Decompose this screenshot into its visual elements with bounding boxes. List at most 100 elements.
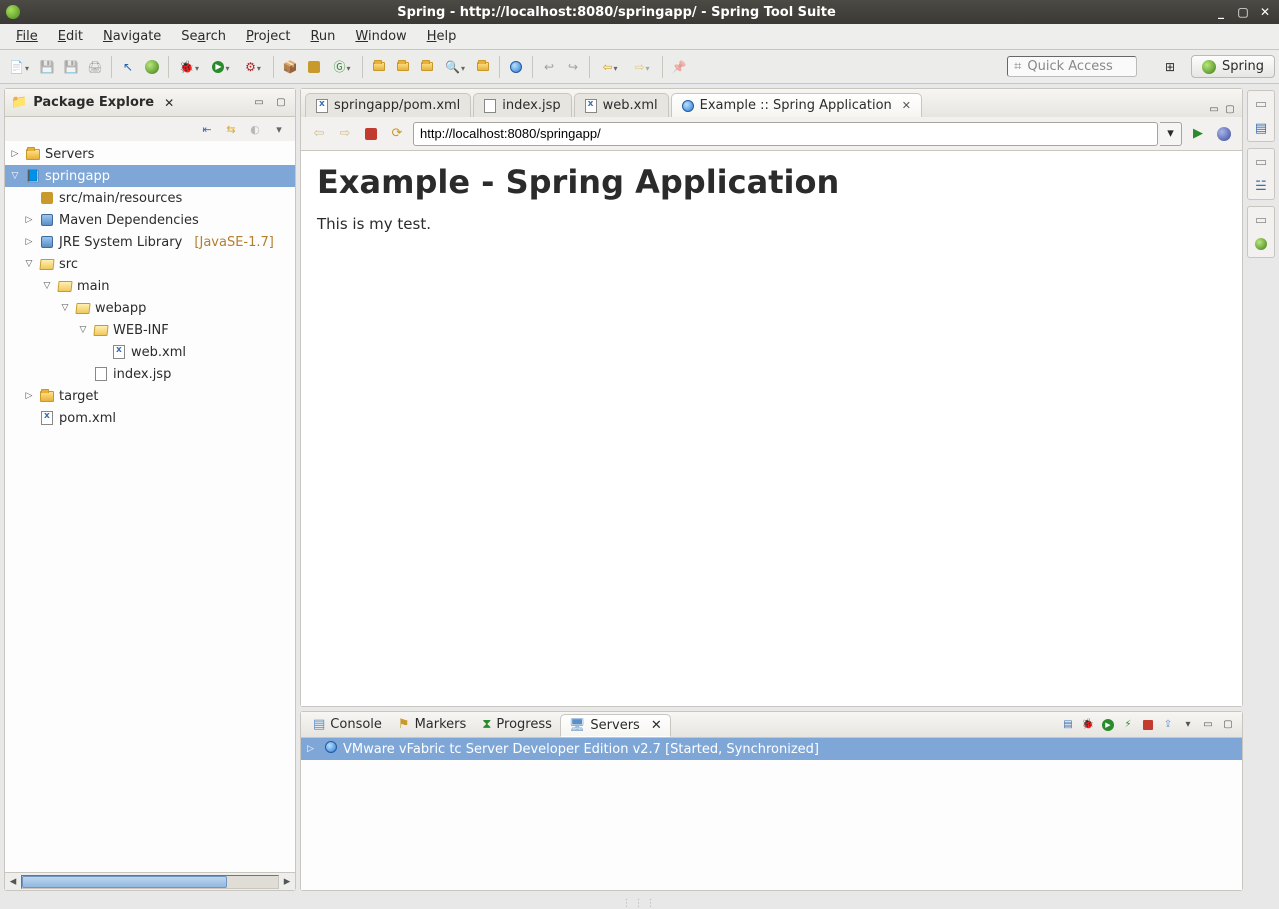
prev-edit-button[interactable]: ↩ xyxy=(538,56,560,78)
restore-icon[interactable]: ▭ xyxy=(1252,153,1270,171)
annotate-button[interactable] xyxy=(472,56,494,78)
spring-leaf-button[interactable] xyxy=(141,56,163,78)
close-window-button[interactable]: ✕ xyxy=(1257,4,1273,20)
tree-jre[interactable]: ▷JRE System Library [JavaSE-1.7] xyxy=(5,231,295,253)
tree-webxml[interactable]: web.xml xyxy=(5,341,295,363)
servers-max-button[interactable]: ▢ xyxy=(1220,717,1236,733)
quick-access-field[interactable]: ⌗ Quick Access xyxy=(1007,56,1137,77)
expand-icon[interactable]: ▷ xyxy=(307,744,319,754)
tree-main[interactable]: ▽main xyxy=(5,275,295,297)
servers-stop-button[interactable] xyxy=(1140,717,1156,733)
maximize-button[interactable]: ▢ xyxy=(1235,4,1251,20)
open-task-button[interactable] xyxy=(392,56,414,78)
tree-webinf[interactable]: ▽WEB-INF xyxy=(5,319,295,341)
servers-publish-button[interactable]: ⇪ xyxy=(1160,717,1176,733)
url-dropdown-button[interactable]: ▾ xyxy=(1160,122,1182,146)
menu-window[interactable]: Window xyxy=(345,26,416,47)
tree-pomxml[interactable]: pom.xml xyxy=(5,407,295,429)
new-class-button[interactable]: Ⓖ xyxy=(327,56,357,78)
pointer-button[interactable]: ↖ xyxy=(117,56,139,78)
tab-console[interactable]: ▤Console xyxy=(305,714,390,735)
minimize-view-button[interactable]: ▭ xyxy=(251,95,267,111)
tab-close-button[interactable]: ✕ xyxy=(651,718,662,733)
menu-file[interactable]: File xyxy=(6,26,48,47)
search-toolbar-button[interactable]: 🔍 xyxy=(440,56,470,78)
tab-servers[interactable]: 🖥Servers✕ xyxy=(560,714,671,737)
restore-icon[interactable]: ▭ xyxy=(1252,95,1270,113)
back-history-button[interactable]: ⇦ xyxy=(595,56,625,78)
servers-min-button[interactable]: ▭ xyxy=(1200,717,1216,733)
servers-debug-button[interactable]: 🐞 xyxy=(1080,717,1096,733)
tree-horiz-scrollbar[interactable]: ◂ ▸ xyxy=(5,872,295,890)
editor-max-button[interactable]: ▢ xyxy=(1222,101,1238,117)
menubar: File Edit Navigate Search Project Run Wi… xyxy=(0,24,1279,50)
menu-run[interactable]: Run xyxy=(300,26,345,47)
menu-search[interactable]: Search xyxy=(171,26,236,47)
browser-back-button[interactable]: ⇦ xyxy=(309,124,329,144)
new-button[interactable]: 📄 xyxy=(4,56,34,78)
browser-forward-button[interactable]: ⇨ xyxy=(335,124,355,144)
close-view-button[interactable]: ✕ xyxy=(164,96,174,110)
tree-indexjsp[interactable]: index.jsp xyxy=(5,363,295,385)
run-last-button[interactable]: ⚙ xyxy=(238,56,268,78)
menu-project[interactable]: Project xyxy=(236,26,301,47)
new-java-button[interactable]: 📦 xyxy=(279,56,301,78)
tab-close-button[interactable]: ✕ xyxy=(902,99,911,112)
restore-icon[interactable]: ▭ xyxy=(1252,211,1270,229)
browser-url-input[interactable] xyxy=(413,122,1158,146)
scroll-thumb[interactable] xyxy=(22,876,227,888)
server-row[interactable]: ▷ VMware vFabric tc Server Developer Edi… xyxy=(301,738,1242,760)
tree-webapp[interactable]: ▽webapp xyxy=(5,297,295,319)
tab-index-jsp[interactable]: index.jsp xyxy=(473,93,571,117)
open-resource-button[interactable] xyxy=(416,56,438,78)
maximize-view-button[interactable]: ▢ xyxy=(273,95,289,111)
tree-springapp[interactable]: ▽📘springapp xyxy=(5,165,295,187)
tree-src[interactable]: ▽src xyxy=(5,253,295,275)
menu-edit[interactable]: Edit xyxy=(48,26,93,47)
new-package-button[interactable] xyxy=(303,56,325,78)
tree-servers[interactable]: ▷Servers xyxy=(5,143,295,165)
browser-go-button[interactable]: ▶ xyxy=(1188,124,1208,144)
open-type-button[interactable] xyxy=(368,56,390,78)
spring-explorer-icon[interactable] xyxy=(1252,235,1270,253)
tab-markers[interactable]: ⚑Markers xyxy=(390,714,474,735)
servers-noprops-button[interactable]: ▤ xyxy=(1060,717,1076,733)
tree-maven-deps[interactable]: ▷Maven Dependencies xyxy=(5,209,295,231)
save-button[interactable]: 💾 xyxy=(36,56,58,78)
tab-progress[interactable]: ⧗Progress xyxy=(474,714,560,735)
tab-web-xml[interactable]: web.xml xyxy=(574,93,669,117)
sash-handle[interactable]: ⋮⋮⋮ xyxy=(622,898,658,909)
editor-min-button[interactable]: ▭ xyxy=(1206,101,1222,117)
view-menu-button[interactable]: ▾ xyxy=(271,121,287,137)
servers-profile-button[interactable]: ⚡ xyxy=(1120,717,1136,733)
tab-springapp-pom[interactable]: springapp/pom.xml xyxy=(305,93,471,117)
outline-icon[interactable]: ▤ xyxy=(1252,119,1270,137)
browser-stop-button[interactable] xyxy=(361,124,381,144)
minimize-button[interactable]: _ xyxy=(1213,4,1229,20)
next-edit-button[interactable]: ↪ xyxy=(562,56,584,78)
tab-example-app[interactable]: Example :: Spring Application✕ xyxy=(671,93,922,117)
pin-editor-button[interactable]: 📌 xyxy=(668,56,690,78)
print-button[interactable]: 🖨 xyxy=(84,56,106,78)
focus-task-button[interactable]: ◐ xyxy=(247,121,263,137)
debug-button[interactable]: 🐞 xyxy=(174,56,204,78)
menu-help[interactable]: Help xyxy=(417,26,467,47)
menu-navigate[interactable]: Navigate xyxy=(93,26,171,47)
web-browser-button[interactable] xyxy=(505,56,527,78)
servers-menu-button[interactable]: ▾ xyxy=(1180,717,1196,733)
spring-perspective-button[interactable]: Spring xyxy=(1191,55,1275,78)
run-button[interactable]: ▶ xyxy=(206,56,236,78)
browser-refresh-button[interactable]: ⟳ xyxy=(387,124,407,144)
scroll-right-button[interactable]: ▸ xyxy=(279,874,295,889)
link-editor-button[interactable]: ⇆ xyxy=(223,121,239,137)
open-perspective-button[interactable]: ⊞ xyxy=(1159,56,1181,78)
tree-resources[interactable]: src/main/resources xyxy=(5,187,295,209)
collapse-all-button[interactable]: ⇤ xyxy=(199,121,215,137)
fwd-history-button[interactable]: ⇨ xyxy=(627,56,657,78)
scroll-left-button[interactable]: ◂ xyxy=(5,874,21,889)
save-all-button[interactable]: 💾 xyxy=(60,56,82,78)
browser-openext-button[interactable] xyxy=(1214,124,1234,144)
tasklist-icon[interactable]: ☱ xyxy=(1252,177,1270,195)
servers-start-button[interactable]: ▶ xyxy=(1100,717,1116,733)
tree-target[interactable]: ▷target xyxy=(5,385,295,407)
